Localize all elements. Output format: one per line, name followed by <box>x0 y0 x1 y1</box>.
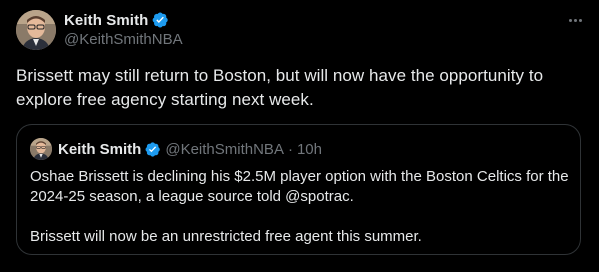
quoted-tweet-paragraph: Brissett will now be an unrestricted fre… <box>30 228 422 245</box>
quoted-author-avatar <box>30 138 52 160</box>
profile-photo-icon <box>16 10 56 50</box>
profile-photo-icon <box>30 138 52 160</box>
quoted-author-display-name: Keith Smith <box>58 140 142 158</box>
author-avatar[interactable] <box>16 10 56 50</box>
author-display-name[interactable]: Keith Smith <box>64 12 148 29</box>
verified-badge-icon <box>145 141 161 157</box>
tweet-text: Brissett may still return to Boston, but… <box>16 66 544 109</box>
tweet[interactable]: Keith Smith @KeithSmithNBA Brissett may … <box>0 0 599 272</box>
quoted-tweet-timestamp[interactable]: 10h <box>297 141 322 158</box>
separator-dot: · <box>287 140 293 158</box>
author-handle[interactable]: @KeithSmithNBA <box>64 31 183 48</box>
quoted-tweet-text: Oshae Brissett is declining his $2.5M pl… <box>30 167 570 247</box>
verified-badge-icon <box>153 12 169 28</box>
more-horizontal-icon <box>568 18 572 22</box>
more-options-button[interactable] <box>565 10 585 30</box>
quoted-author-handle: @KeithSmithNBA <box>165 140 284 158</box>
quoted-tweet-paragraph: Oshae Brissett is declining his $2.5M pl… <box>30 168 569 205</box>
quoted-tweet-card[interactable]: Keith Smith @KeithSmithNBA · 10h Oshae B… <box>16 124 581 255</box>
